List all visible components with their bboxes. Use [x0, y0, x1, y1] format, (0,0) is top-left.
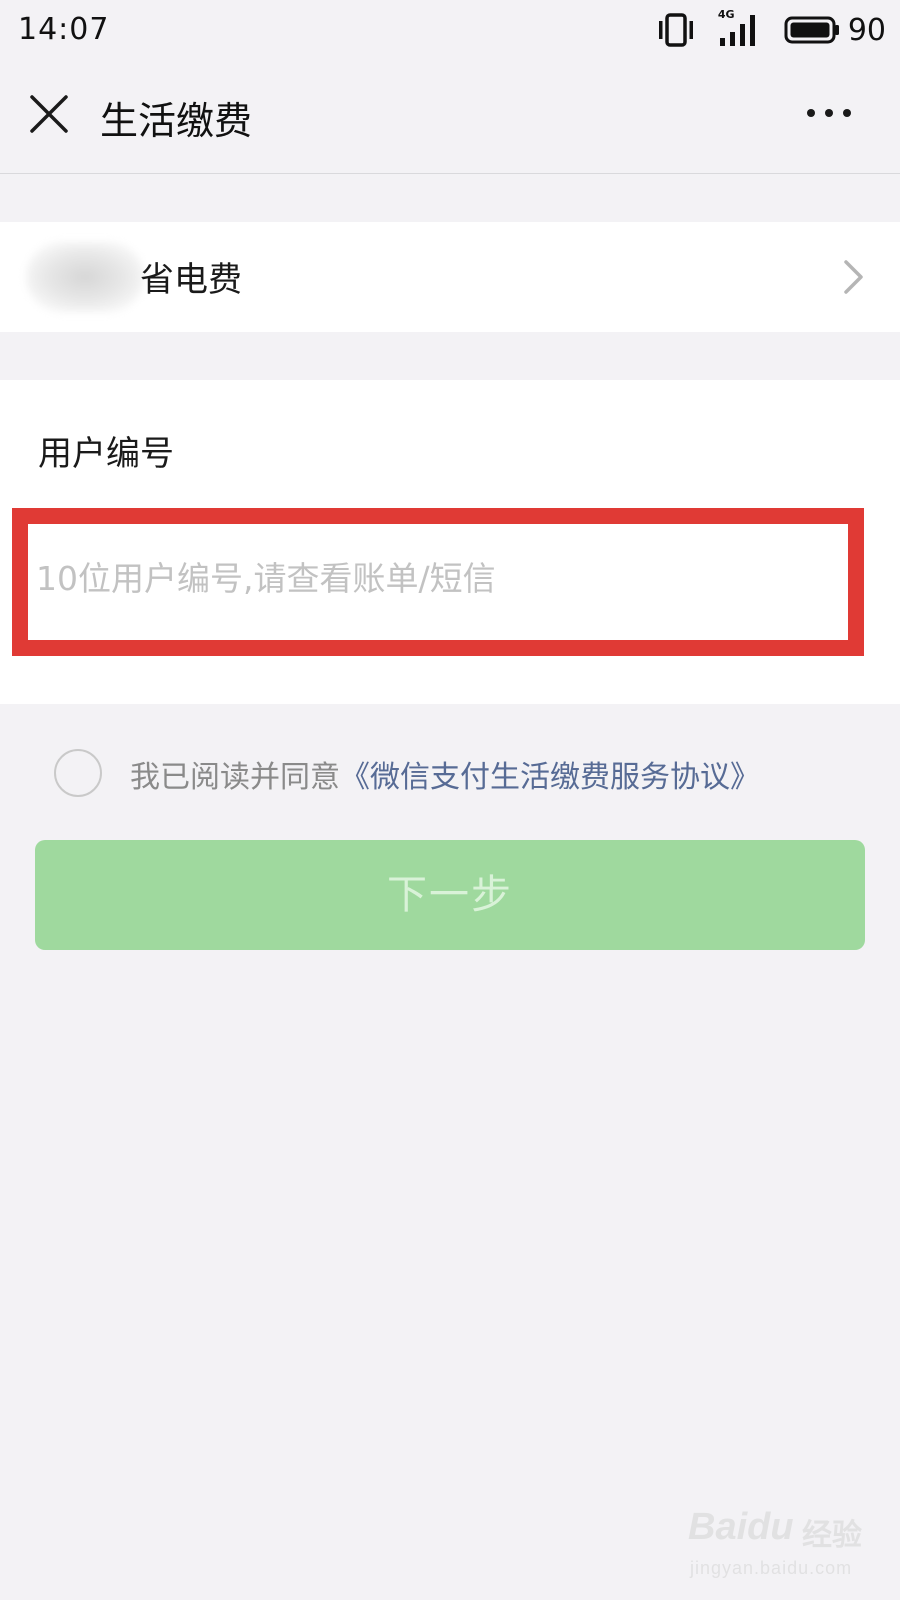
network-type-label: 4G [717, 8, 735, 21]
provider-selector[interactable]: 省电费 [0, 222, 900, 332]
agreement-row: 我已阅读并同意《微信支付生活缴费服务协议》 [0, 744, 900, 804]
highlight-box [12, 508, 864, 656]
service-agreement-link[interactable]: 《微信支付生活缴费服务协议》 [340, 760, 760, 795]
watermark-brand: Baidu [688, 1506, 794, 1548]
agreement-text: 我已阅读并同意《微信支付生活缴费服务协议》 [130, 752, 760, 796]
cellular-signal-icon: 4G [718, 8, 762, 48]
provider-label: 省电费 [140, 260, 242, 300]
vibrate-icon [658, 13, 693, 47]
baidu-jingyan-watermark: Baidu 经验 jingyan.baidu.com [688, 1498, 888, 1588]
status-icons: 4G 90 [658, 8, 886, 50]
status-bar: 14:07 4G 90 [0, 0, 900, 60]
account-number-input[interactable] [36, 548, 816, 608]
account-form-card: 用户编号 [0, 380, 900, 704]
status-time: 14:07 [18, 12, 110, 47]
redacted-region-blur [26, 242, 144, 312]
next-button[interactable]: 下一步 [35, 840, 865, 950]
nav-bar: 生活缴费 [0, 60, 900, 174]
battery-level: 90 [847, 12, 886, 48]
battery-icon [784, 16, 839, 44]
watermark-url: jingyan.baidu.com [690, 1558, 853, 1578]
more-options-icon[interactable] [806, 102, 852, 124]
page-title: 生活缴费 [100, 99, 253, 143]
account-number-label: 用户编号 [38, 434, 174, 474]
agreement-prefix: 我已阅读并同意 [130, 760, 340, 795]
agreement-checkbox[interactable] [54, 749, 102, 797]
watermark-jingyan: 经验 [802, 1518, 862, 1553]
close-icon[interactable] [28, 93, 70, 135]
chevron-right-icon [844, 260, 863, 294]
